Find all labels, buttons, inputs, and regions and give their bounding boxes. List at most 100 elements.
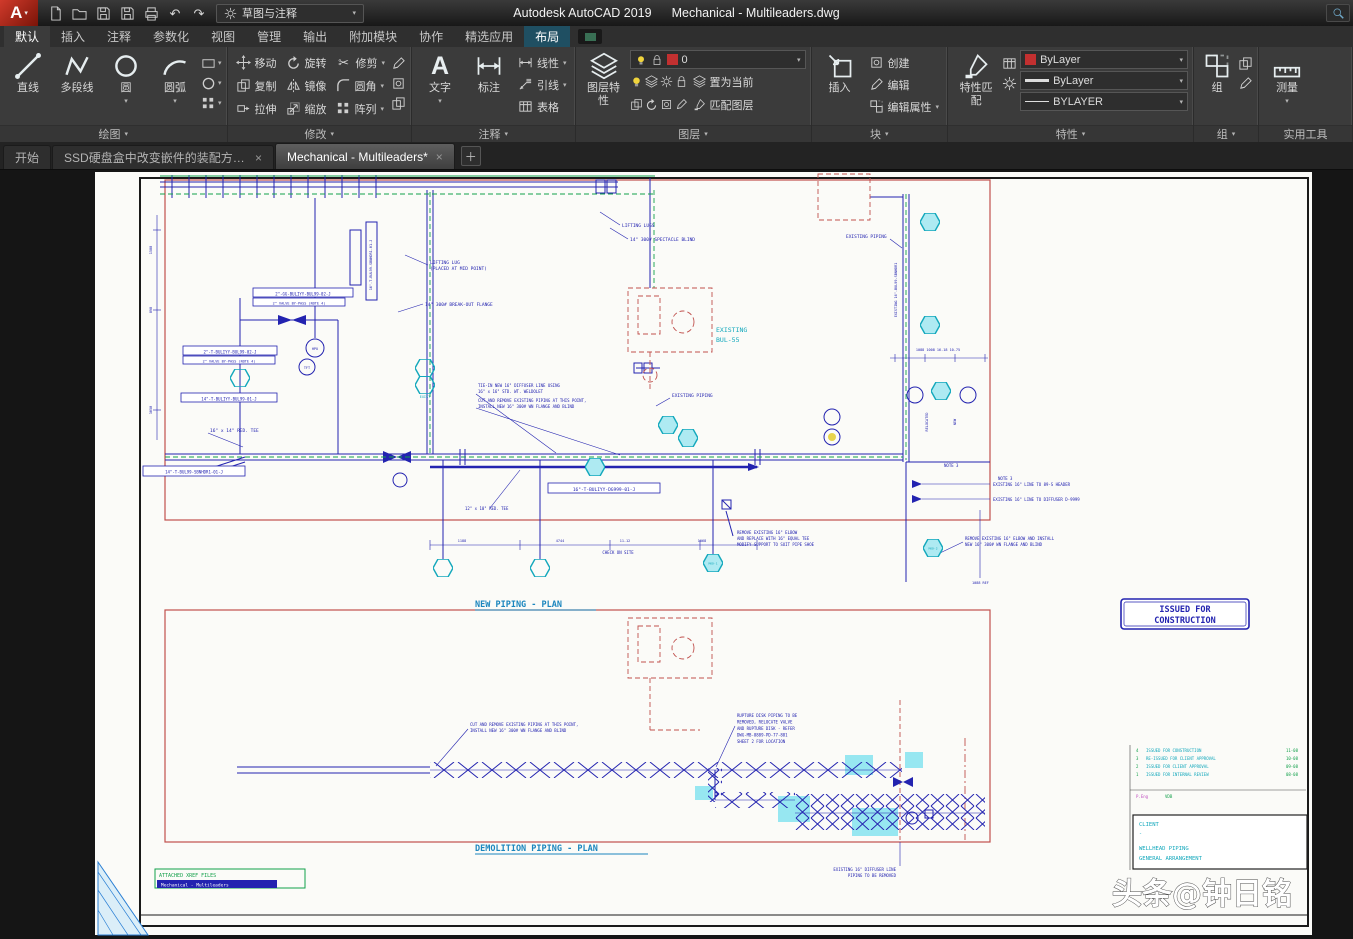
panel-label-modify[interactable]: 修改▾ <box>228 125 412 142</box>
svg-text:CUT AND REMOVE EXISTING PIPING: CUT AND REMOVE EXISTING PIPING AT THIS P… <box>470 722 578 727</box>
ribbon-tab-parametric[interactable]: 参数化 <box>142 26 200 47</box>
ribbon-tab-home[interactable]: 默认 <box>4 26 50 47</box>
insert-block-button[interactable]: 插入 <box>817 50 863 95</box>
ribbon-tab-manage[interactable]: 管理 <box>246 26 292 47</box>
panel-label-layers[interactable]: 图层▾ <box>576 125 811 142</box>
save-button[interactable] <box>92 3 114 23</box>
annotation-line-to-diffuser: EXISTING 16" LINE TO DIFFUSER D-9999 <box>993 497 1080 502</box>
properties-list-icon[interactable] <box>1002 54 1017 72</box>
create-block-button[interactable]: 创建 <box>866 52 943 73</box>
match-layer-button[interactable]: 匹配图层 <box>690 94 757 115</box>
match-properties-button[interactable]: 特性匹配 <box>953 50 999 107</box>
layer-prev-button[interactable] <box>645 96 658 114</box>
group-button[interactable]: 组 <box>1199 50 1235 95</box>
drawing-canvas[interactable]: ISSUED FOR CONSTRUCTION 4 ISSUED FOR CON… <box>0 170 1353 939</box>
layer-walk-button[interactable] <box>630 96 643 114</box>
close-icon[interactable]: × <box>255 151 262 165</box>
file-tab-mechanical-multileaders[interactable]: Mechanical - Multileaders* × <box>275 143 455 169</box>
move-icon <box>236 55 251 70</box>
ribbon-tab-addins[interactable]: 附加模块 <box>338 26 408 47</box>
line-button[interactable]: 直线 <box>5 50 51 95</box>
ribbon-tab-insert[interactable]: 插入 <box>50 26 96 47</box>
layer-merge-button[interactable] <box>660 96 673 114</box>
color-wheel-icon[interactable] <box>1002 74 1017 92</box>
panel-label-group[interactable]: 组▾ <box>1194 125 1258 142</box>
mirror-button[interactable]: 镜像 <box>283 75 330 96</box>
ungroup-button[interactable] <box>1238 54 1253 72</box>
new-tab-button[interactable]: ＋ <box>461 146 481 166</box>
hatch-button[interactable]: ▾ <box>201 94 222 112</box>
copy-button[interactable]: 复制 <box>233 75 280 96</box>
layer-off-button[interactable] <box>630 73 643 91</box>
object-color-dropdown[interactable]: ByLayer ▾ <box>1020 50 1188 69</box>
ribbon-tab-annotate[interactable]: 注释 <box>96 26 142 47</box>
svg-text:09-08: 09-08 <box>1286 764 1299 769</box>
workspace-switcher[interactable]: 草图与注释 ▾ <box>216 4 364 23</box>
linear-dim-button[interactable]: 线性▾ <box>515 52 570 73</box>
layer-lock-button[interactable] <box>675 73 688 91</box>
panel-label-draw[interactable]: 绘图▾ <box>0 125 227 142</box>
open-file-button[interactable] <box>68 3 90 23</box>
fillet-button[interactable]: 圆角▾ <box>333 75 389 96</box>
issued-stamp: ISSUED FOR CONSTRUCTION <box>1121 599 1249 629</box>
arc-button[interactable]: 圆弧 ▾ <box>152 50 198 105</box>
svg-text:INSTALL NEW 16" 300# WN FLANGE: INSTALL NEW 16" 300# WN FLANGE AND BLIND <box>470 728 567 733</box>
app-menu-button[interactable]: A ▾ <box>0 0 38 26</box>
revision-row: ISSUED FOR CONSTRUCTION <box>1146 748 1202 753</box>
ribbon-tab-collaborate[interactable]: 协作 <box>408 26 454 47</box>
panel-label-block[interactable]: 块▾ <box>812 125 948 142</box>
svg-text:1088 REF: 1088 REF <box>972 581 989 585</box>
panel-label-annotate[interactable]: 注释▾ <box>412 125 575 142</box>
save-as-button[interactable] <box>116 3 138 23</box>
ellipse-button[interactable]: ▾ <box>201 74 222 92</box>
table-button[interactable]: 表格 <box>515 96 570 117</box>
svg-text:08-08: 08-08 <box>1286 772 1299 777</box>
ribbon-tab-view[interactable]: 视图 <box>200 26 246 47</box>
edit-block-button[interactable]: 编辑 <box>866 74 943 95</box>
new-file-button[interactable] <box>44 3 66 23</box>
array-button[interactable]: 阵列▾ <box>333 98 389 119</box>
rectangle-button[interactable]: ▾ <box>201 54 222 72</box>
layer-properties-button[interactable]: 图层特性 <box>581 50 627 107</box>
move-button[interactable]: 移动 <box>233 52 280 73</box>
svg-text:14"-T-BUL99-SBNHDR1-01-J: 14"-T-BUL99-SBNHDR1-01-J <box>165 470 223 475</box>
stretch-button[interactable]: 拉伸 <box>233 98 280 119</box>
measure-button[interactable]: 测量 ▾ <box>1264 50 1310 105</box>
panel-label-utilities[interactable]: 实用工具 <box>1259 125 1352 142</box>
offset-button[interactable] <box>391 94 406 112</box>
infocenter-search[interactable] <box>1326 4 1350 22</box>
lineweight-dropdown[interactable]: ByLayer ▾ <box>1020 71 1188 90</box>
dimension-button[interactable]: 标注 <box>466 50 512 95</box>
plot-button[interactable] <box>140 3 162 23</box>
erase-button[interactable] <box>391 54 406 72</box>
make-current-button[interactable]: 置为当前 <box>690 71 757 92</box>
redo-button[interactable]: ↷ <box>188 3 210 23</box>
ribbon-display-toggle-icon[interactable] <box>578 29 602 44</box>
close-icon[interactable]: × <box>436 150 443 164</box>
undo-button[interactable]: ↶ <box>164 3 186 23</box>
polyline-button[interactable]: 多段线 <box>54 50 100 95</box>
trim-button[interactable]: ✂修剪▾ <box>333 52 389 73</box>
svg-text:LIFTING LUG: LIFTING LUG <box>430 260 460 266</box>
file-tab-ssd-drawing[interactable]: SSD硬盘盒中改变嵌件的装配方式* × <box>52 145 274 169</box>
scale-button[interactable]: 缩放 <box>283 98 330 119</box>
layer-freeze-button[interactable] <box>660 73 673 91</box>
group-edit-button[interactable] <box>1238 74 1253 92</box>
text-button[interactable]: A 文字 ▾ <box>417 50 463 105</box>
circle-button[interactable]: 圆 ▾ <box>103 50 149 105</box>
linetype-dropdown[interactable]: BYLAYER ▾ <box>1020 92 1188 111</box>
rotate-button[interactable]: 旋转 <box>283 52 330 73</box>
file-tab-start[interactable]: 开始 <box>3 145 51 169</box>
ribbon-tab-layout[interactable]: 布局 <box>524 26 570 47</box>
leader-button[interactable]: 引线▾ <box>515 74 570 95</box>
explode-button[interactable] <box>391 74 406 92</box>
layer-delete-button[interactable] <box>675 96 688 114</box>
ribbon-tab-featured-apps[interactable]: 精选应用 <box>454 26 524 47</box>
ribbon-tab-output[interactable]: 输出 <box>292 26 338 47</box>
layer-isolate-button[interactable] <box>645 73 658 91</box>
panel-label-properties[interactable]: 特性▾ <box>948 125 1193 142</box>
svg-text:16"-T-BULIYY-DG999-01-J: 16"-T-BULIYY-DG999-01-J <box>573 487 636 493</box>
edit-attributes-button[interactable]: 编辑属性▾ <box>866 96 943 117</box>
polyline-icon <box>63 52 91 80</box>
layer-dropdown[interactable]: 0 ▾ <box>630 50 806 69</box>
